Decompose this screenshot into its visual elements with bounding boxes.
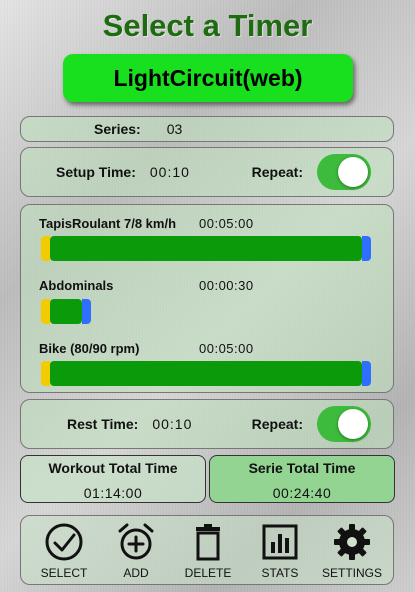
delete-button[interactable]: DELETE [173,522,243,580]
rest-time-label: Rest Time: [67,416,139,432]
setup-time-row: Setup Time: 00:10 Repeat: [20,147,394,197]
toggle-knob [338,409,368,439]
select-label: SELECT [40,566,88,580]
gear-icon [334,524,370,560]
serie-total-label: Serie Total Time [248,460,356,476]
settings-label: SETTINGS [321,566,382,580]
bar-start-marker [41,361,50,386]
exercise-bar[interactable] [41,361,371,386]
add-label: ADD [123,566,149,580]
setup-repeat-toggle[interactable] [317,154,371,190]
select-button[interactable]: SELECT [29,522,99,580]
bottom-toolbar: SELECT ADD DELETE STATS SETTINGS [20,515,394,585]
delete-label: DELETE [184,566,232,580]
stats-button[interactable]: STATS [245,522,315,580]
exercise-time: 00:00:30 [199,278,254,293]
exercise-name: Bike (80/90 rpm) [39,341,140,356]
rest-repeat-toggle[interactable] [317,406,371,442]
add-button[interactable]: ADD [101,522,171,580]
serie-total-box: Serie Total Time 00:24:40 [209,455,395,503]
exercise-name: Abdominals [39,278,114,293]
rest-time-row: Rest Time: 00:10 Repeat: [20,399,394,449]
stats-label: STATS [261,566,299,580]
setup-repeat-label: Repeat: [251,164,303,180]
workout-total-box: Workout Total Time 01:14:00 [20,455,206,503]
serie-total-value: 00:24:40 [272,485,332,501]
rest-time-value[interactable]: 00:10 [152,416,192,432]
setup-time-label: Setup Time: [56,164,136,180]
workout-total-value: 01:14:00 [83,485,143,501]
bar-start-marker [41,299,50,324]
bar-chart-icon [262,524,298,560]
exercise-bar[interactable] [41,236,371,261]
bar-start-marker [41,236,50,261]
exercise-time: 00:05:00 [199,216,254,231]
series-row[interactable]: Series: 03 [20,116,394,142]
bar-duration [50,361,362,386]
exercise-bar[interactable] [41,299,91,324]
check-circle-icon [45,523,83,561]
bar-end-marker [362,236,371,261]
alarm-add-icon [118,523,154,560]
page-title: Select a Timer [102,8,313,43]
bar-duration [50,299,82,324]
exercise-time: 00:05:00 [199,341,254,356]
timer-name-button[interactable]: LightCircuit(web) [63,54,353,102]
series-value[interactable]: 03 [167,121,183,137]
bar-end-marker [82,299,91,324]
exercise-name: TapisRoulant 7/8 km/h [39,216,177,231]
setup-time-value[interactable]: 00:10 [150,164,190,180]
bar-duration [50,236,362,261]
toggle-knob [338,157,368,187]
settings-button[interactable]: SETTINGS [317,522,387,580]
exercise-list: TapisRoulant 7/8 km/h 00:05:00 Abdominal… [20,204,394,393]
bar-end-marker [362,361,371,386]
workout-total-label: Workout Total Time [48,460,178,476]
rest-repeat-label: Repeat: [251,416,303,432]
series-label: Series: [94,121,141,137]
trash-icon [196,524,220,561]
